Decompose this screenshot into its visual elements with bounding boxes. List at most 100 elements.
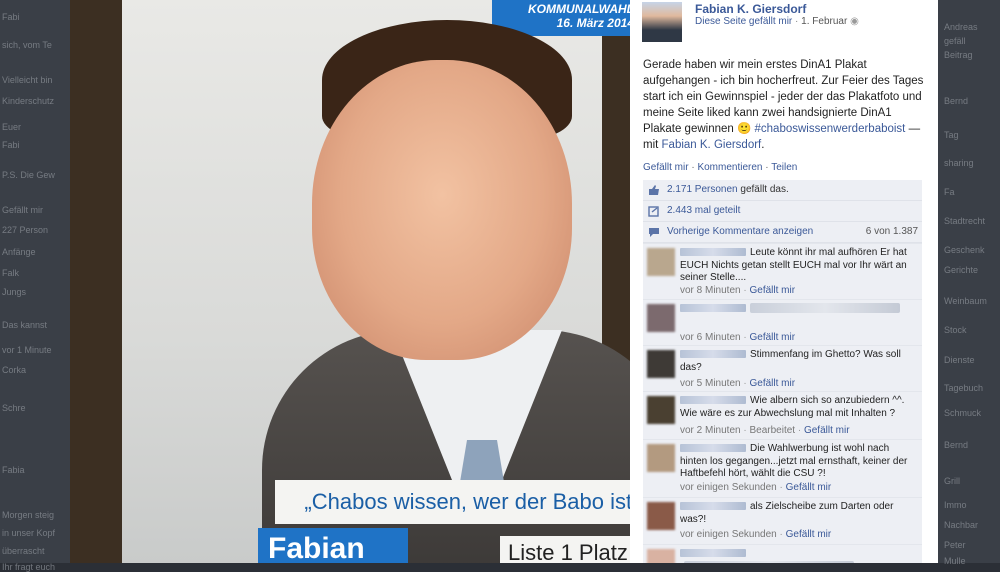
background-left-text: Ihr fragt euch xyxy=(2,562,56,572)
comment-timestamp[interactable]: vor 5 Minuten xyxy=(680,378,741,389)
poster-face xyxy=(312,60,572,360)
commenter-name-blurred[interactable] xyxy=(680,304,746,313)
background-left-text: Falk xyxy=(2,268,20,278)
page-like-status[interactable]: Diese Seite gefällt mir xyxy=(695,16,792,27)
commenter-name-blurred[interactable] xyxy=(680,396,746,405)
background-right-text: Schmuck xyxy=(944,408,982,418)
comment-body: als Zielscheibe zum Darten oder was?! xyxy=(680,501,918,526)
post-meta: Diese Seite gefällt mir · 1. Februar ◉ xyxy=(695,16,859,27)
commenter-avatar[interactable] xyxy=(647,248,675,276)
background-left-text: in unser Kopf xyxy=(2,528,56,538)
background-left-text: Kinderschutz xyxy=(2,96,55,106)
background-right-sidebar: Andreas gefäll Beitrag Bernd Tag sharing Fa Sta… xyxy=(938,0,1000,566)
comment-item: vor 6 Minuten · Gefällt mir xyxy=(643,299,922,345)
share-action[interactable]: Teilen xyxy=(771,162,797,173)
background-right-text: Mulle xyxy=(944,556,966,566)
globe-icon: ◉ xyxy=(850,16,859,27)
post-date[interactable]: 1. Februar xyxy=(801,16,847,27)
background-left-text: Anfänge xyxy=(2,247,36,257)
background-left-text: Das kannst xyxy=(2,320,48,330)
background-left-text: Schre xyxy=(2,403,26,413)
comment-text-blurred xyxy=(750,303,900,314)
background-right-text: gefäll xyxy=(944,36,966,46)
shares-link[interactable]: 2.443 mal geteilt xyxy=(667,205,740,216)
background-left-text: Morgen steig xyxy=(2,510,55,520)
background-right-text: Dienste xyxy=(944,355,975,365)
commenter-name-blurred[interactable] xyxy=(680,350,746,359)
background-left-text: Euer xyxy=(2,122,22,132)
background-left-text: P.S. Die Gew xyxy=(2,170,55,180)
background-right-text: Stadtrecht xyxy=(944,216,986,226)
background-left-text: Corka xyxy=(2,365,27,375)
background-left-text: Fabi xyxy=(2,140,20,150)
background-right-text: Stock xyxy=(944,325,967,335)
background-left-feed: Fabi sich, vom Te Vielleicht bin Kinderschu… xyxy=(0,0,70,572)
background-right-text: Weinbaum xyxy=(944,296,987,306)
background-right-text: Bernd xyxy=(944,440,969,450)
photo-area[interactable]: KOMMUNALWAHL 16. März 2014 Fabian „Chabo… xyxy=(70,0,630,563)
poster-candidate-name: Fabian xyxy=(258,528,408,563)
comment-timestamp[interactable]: vor einigen Sekunden xyxy=(680,482,777,493)
post-actions: Gefällt mir · Kommentieren · Teilen xyxy=(643,162,798,173)
tagged-person-link[interactable]: Fabian K. Giersdorf xyxy=(662,139,762,151)
comment-like-link[interactable]: Gefällt mir xyxy=(804,425,850,436)
previous-comments-row: Vorherige Kommentare anzeigen 6 von 1.38… xyxy=(643,222,922,243)
comment-body: Stimmenfang im Ghetto? Was soll das? xyxy=(680,349,918,374)
comment-bubble-icon xyxy=(649,228,659,237)
page-name-link[interactable]: Fabian K. Giersdorf xyxy=(695,2,806,16)
comment-meta: vor 8 Minuten · Gefällt mir xyxy=(680,285,796,296)
commenter-name-blurred[interactable] xyxy=(680,549,746,558)
page-avatar[interactable] xyxy=(642,2,682,42)
background-right-text: Peter xyxy=(944,540,966,550)
background-right-text: sharing xyxy=(944,158,974,168)
background-left-text: sich, vom Te xyxy=(2,40,52,50)
background-right-text: Nachbar xyxy=(944,520,979,530)
commenter-avatar[interactable] xyxy=(647,502,675,530)
likes-row: 2.171 Personen gefällt das. xyxy=(643,180,922,201)
commenter-avatar[interactable] xyxy=(647,549,675,563)
background-right-text: Tag xyxy=(944,130,959,140)
background-right-text: Beitrag xyxy=(944,50,973,60)
comment-meta: vor 2 Minuten · Bearbeitet · Gefällt mir xyxy=(680,425,850,436)
comment-like-link[interactable]: Gefällt mir xyxy=(749,285,795,296)
commenter-name-blurred[interactable] xyxy=(680,248,746,257)
comment-timestamp[interactable]: vor 6 Minuten xyxy=(680,332,741,343)
post-panel: Fabian K. Giersdorf Diese Seite gefällt … xyxy=(630,0,938,563)
thumbs-up-icon xyxy=(649,185,659,195)
background-left-text: Fabia xyxy=(2,465,25,475)
commenter-name-blurred[interactable] xyxy=(680,444,746,453)
commenter-avatar[interactable] xyxy=(647,444,675,472)
poster-banner-line1: KOMMUNALWAHL xyxy=(528,2,630,16)
comment-like-link[interactable]: Gefällt mir xyxy=(749,332,795,343)
previous-comments-link[interactable]: Vorherige Kommentare anzeigen xyxy=(667,226,813,237)
comment-like-link[interactable]: Gefällt mir xyxy=(749,378,795,389)
likes-count-link[interactable]: 2.171 Personen xyxy=(667,184,738,195)
comment-item: Stimmenfang im Ghetto? Was soll das? vor … xyxy=(643,345,922,391)
background-left-text: überrascht xyxy=(2,546,45,556)
background-left-text: vor 1 Minute xyxy=(2,345,52,355)
comment-action[interactable]: Kommentieren xyxy=(697,162,762,173)
comment-item xyxy=(643,544,922,563)
comment-like-link[interactable]: Gefällt mir xyxy=(786,482,832,493)
background-left-text: Gefällt mir xyxy=(2,205,44,215)
background-right-text: Fa xyxy=(944,187,955,197)
comment-timestamp[interactable]: vor einigen Sekunden xyxy=(680,529,777,540)
comment-like-link[interactable]: Gefällt mir xyxy=(786,529,832,540)
commenter-avatar[interactable] xyxy=(647,304,675,332)
hashtag-link[interactable]: #chaboswissenwerderbaboist xyxy=(755,123,906,135)
background-right-text: Bernd xyxy=(944,96,969,106)
comment-timestamp[interactable]: vor 8 Minuten xyxy=(680,285,741,296)
comment-edited[interactable]: Bearbeitet xyxy=(749,425,795,436)
shares-row: 2.443 mal geteilt xyxy=(643,201,922,222)
likes-suffix: gefällt das. xyxy=(737,184,789,195)
like-action[interactable]: Gefällt mir xyxy=(643,162,689,173)
comment-body: Die Wahlwerbung ist wohl nach hinten los… xyxy=(680,443,918,481)
comment-count: 6 von 1.387 xyxy=(865,226,918,237)
commenter-avatar[interactable] xyxy=(647,396,675,424)
share-icon xyxy=(648,206,659,217)
commenter-name-blurred[interactable] xyxy=(680,502,746,511)
comment-body xyxy=(680,303,918,316)
commenter-avatar[interactable] xyxy=(647,350,675,378)
poster-list-position: Liste 1 Platz 5 xyxy=(500,536,630,563)
comment-timestamp[interactable]: vor 2 Minuten xyxy=(680,425,741,436)
